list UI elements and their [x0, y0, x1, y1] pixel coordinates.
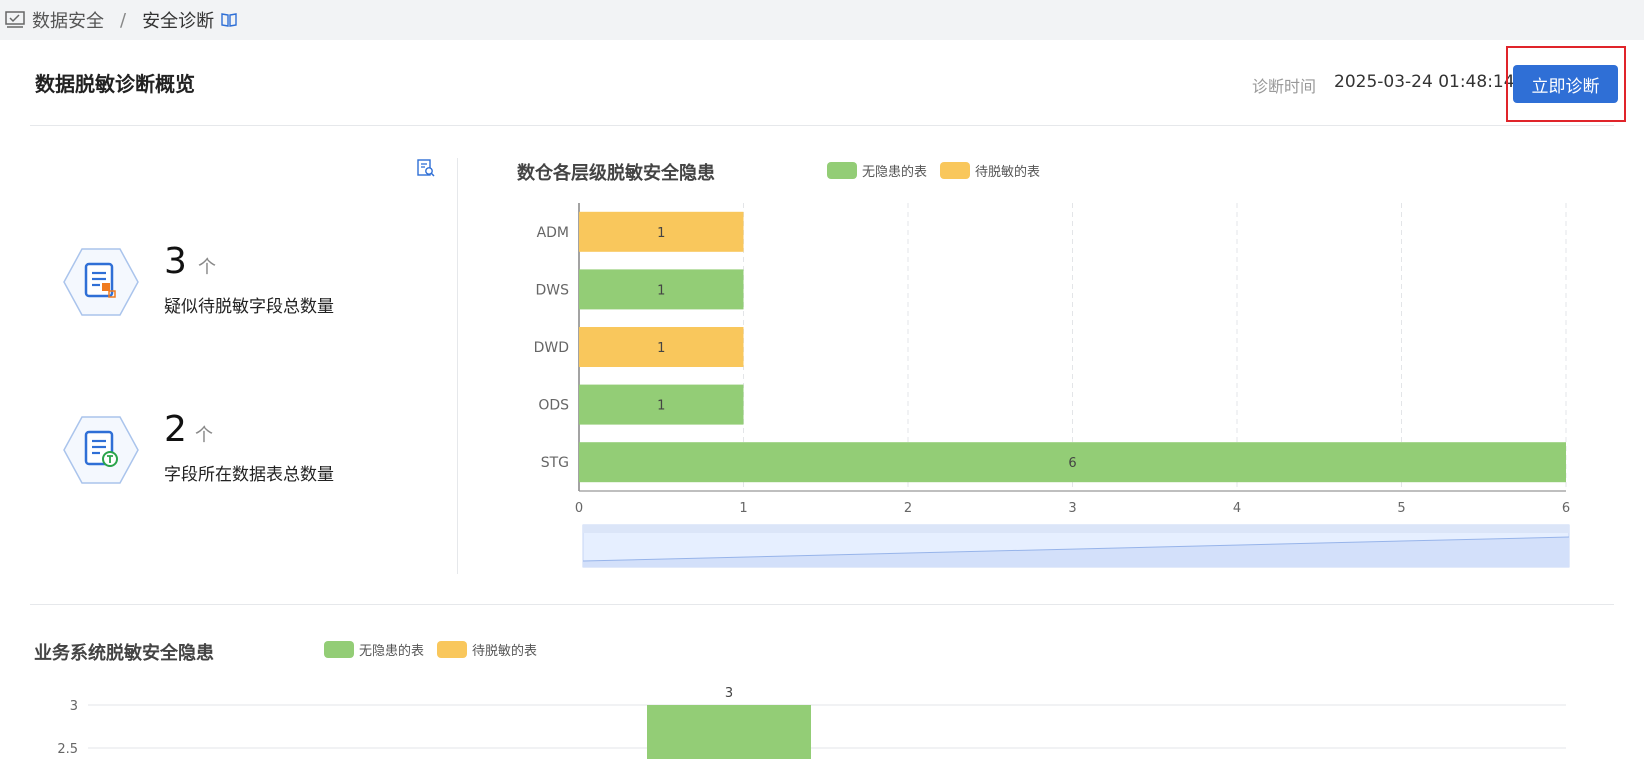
- x-tick-label: 2: [904, 501, 912, 516]
- y-tick-label: DWS: [535, 282, 569, 298]
- data-label: 1: [657, 399, 665, 414]
- data-label: 6: [1068, 456, 1076, 471]
- x-tick-label: 6: [1562, 501, 1570, 516]
- y-tick-label: 3: [70, 699, 78, 714]
- x-tick-label: 3: [1068, 501, 1076, 516]
- zoom-slider-top: [583, 525, 1569, 533]
- x-tick-label: 1: [739, 501, 747, 516]
- data-label: 1: [657, 341, 665, 356]
- y-tick-label: 2.5: [57, 742, 78, 757]
- y-tick-label: ADM: [537, 225, 569, 241]
- data-label: 3: [725, 686, 733, 701]
- data-label: 1: [657, 226, 665, 241]
- y-tick-label: DWD: [534, 340, 569, 356]
- data-label: 1: [657, 283, 665, 298]
- x-tick-label: 4: [1233, 501, 1241, 516]
- x-tick-label: 5: [1397, 501, 1405, 516]
- y-tick-label: STG: [541, 455, 569, 471]
- x-tick-label: 0: [575, 501, 583, 516]
- y-tick-label: ODS: [538, 398, 569, 414]
- bar-business-system: [647, 705, 811, 759]
- layer-risk-chart: 0 1 2 3 4 5 6 ADM 1 DWS 1 DWD 1 ODS 1 STG 6: [534, 203, 1570, 568]
- business-risk-chart: 32.53: [57, 686, 1566, 759]
